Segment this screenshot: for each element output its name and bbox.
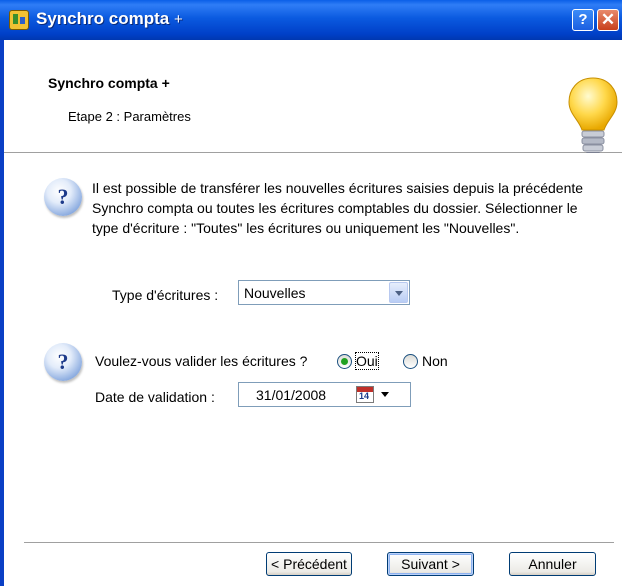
chevron-down-icon[interactable]	[389, 282, 408, 303]
window-title-text: Synchro compta	[36, 9, 170, 28]
next-button[interactable]: Suivant >	[387, 552, 474, 576]
info-text: Il est possible de transférer les nouvel…	[92, 180, 584, 236]
app-icon	[9, 10, 29, 30]
header-title: Synchro compta +	[48, 75, 170, 91]
previous-button[interactable]: < Précédent	[266, 552, 352, 576]
date-validation-label: Date de validation :	[95, 389, 215, 405]
help-button[interactable]: ?	[572, 9, 594, 31]
calendar-day: 14	[359, 391, 370, 401]
header-subtitle: Etape 2 : Paramètres	[68, 109, 191, 124]
type-ecritures-label: Type d'écritures :	[112, 287, 219, 303]
type-ecritures-value: Nouvelles	[244, 285, 306, 301]
date-validation-value[interactable]: 31/01/2008	[256, 387, 326, 403]
wizard-content: ? Il est possible de transférer les nouv…	[4, 153, 622, 586]
cancel-button[interactable]: Annuler	[509, 552, 596, 576]
chevron-down-icon[interactable]	[381, 392, 389, 397]
calendar-icon[interactable]: 14	[356, 386, 374, 403]
radio-non[interactable]	[403, 354, 418, 369]
question-icon: ?	[44, 343, 82, 381]
wizard-window: Synchro compta + ? ✕ Synchro compta + Et…	[0, 0, 622, 586]
radio-oui[interactable]	[337, 354, 352, 369]
question-icon: ?	[44, 178, 82, 216]
footer-divider	[24, 542, 614, 544]
radio-oui-label[interactable]: Oui	[355, 352, 379, 370]
window-title: Synchro compta +	[36, 9, 183, 29]
close-button[interactable]: ✕	[597, 9, 619, 31]
validation-question: Voulez-vous valider les écritures ?	[95, 353, 308, 369]
date-validation-picker[interactable]: 31/01/2008 14	[238, 382, 411, 407]
window-title-suffix: +	[173, 11, 183, 28]
type-ecritures-select[interactable]: Nouvelles	[238, 280, 410, 305]
wizard-header: Synchro compta + Etape 2 : Paramètres	[4, 40, 622, 158]
title-bar[interactable]: Synchro compta + ? ✕	[0, 0, 622, 40]
radio-non-label[interactable]: Non	[422, 353, 448, 369]
